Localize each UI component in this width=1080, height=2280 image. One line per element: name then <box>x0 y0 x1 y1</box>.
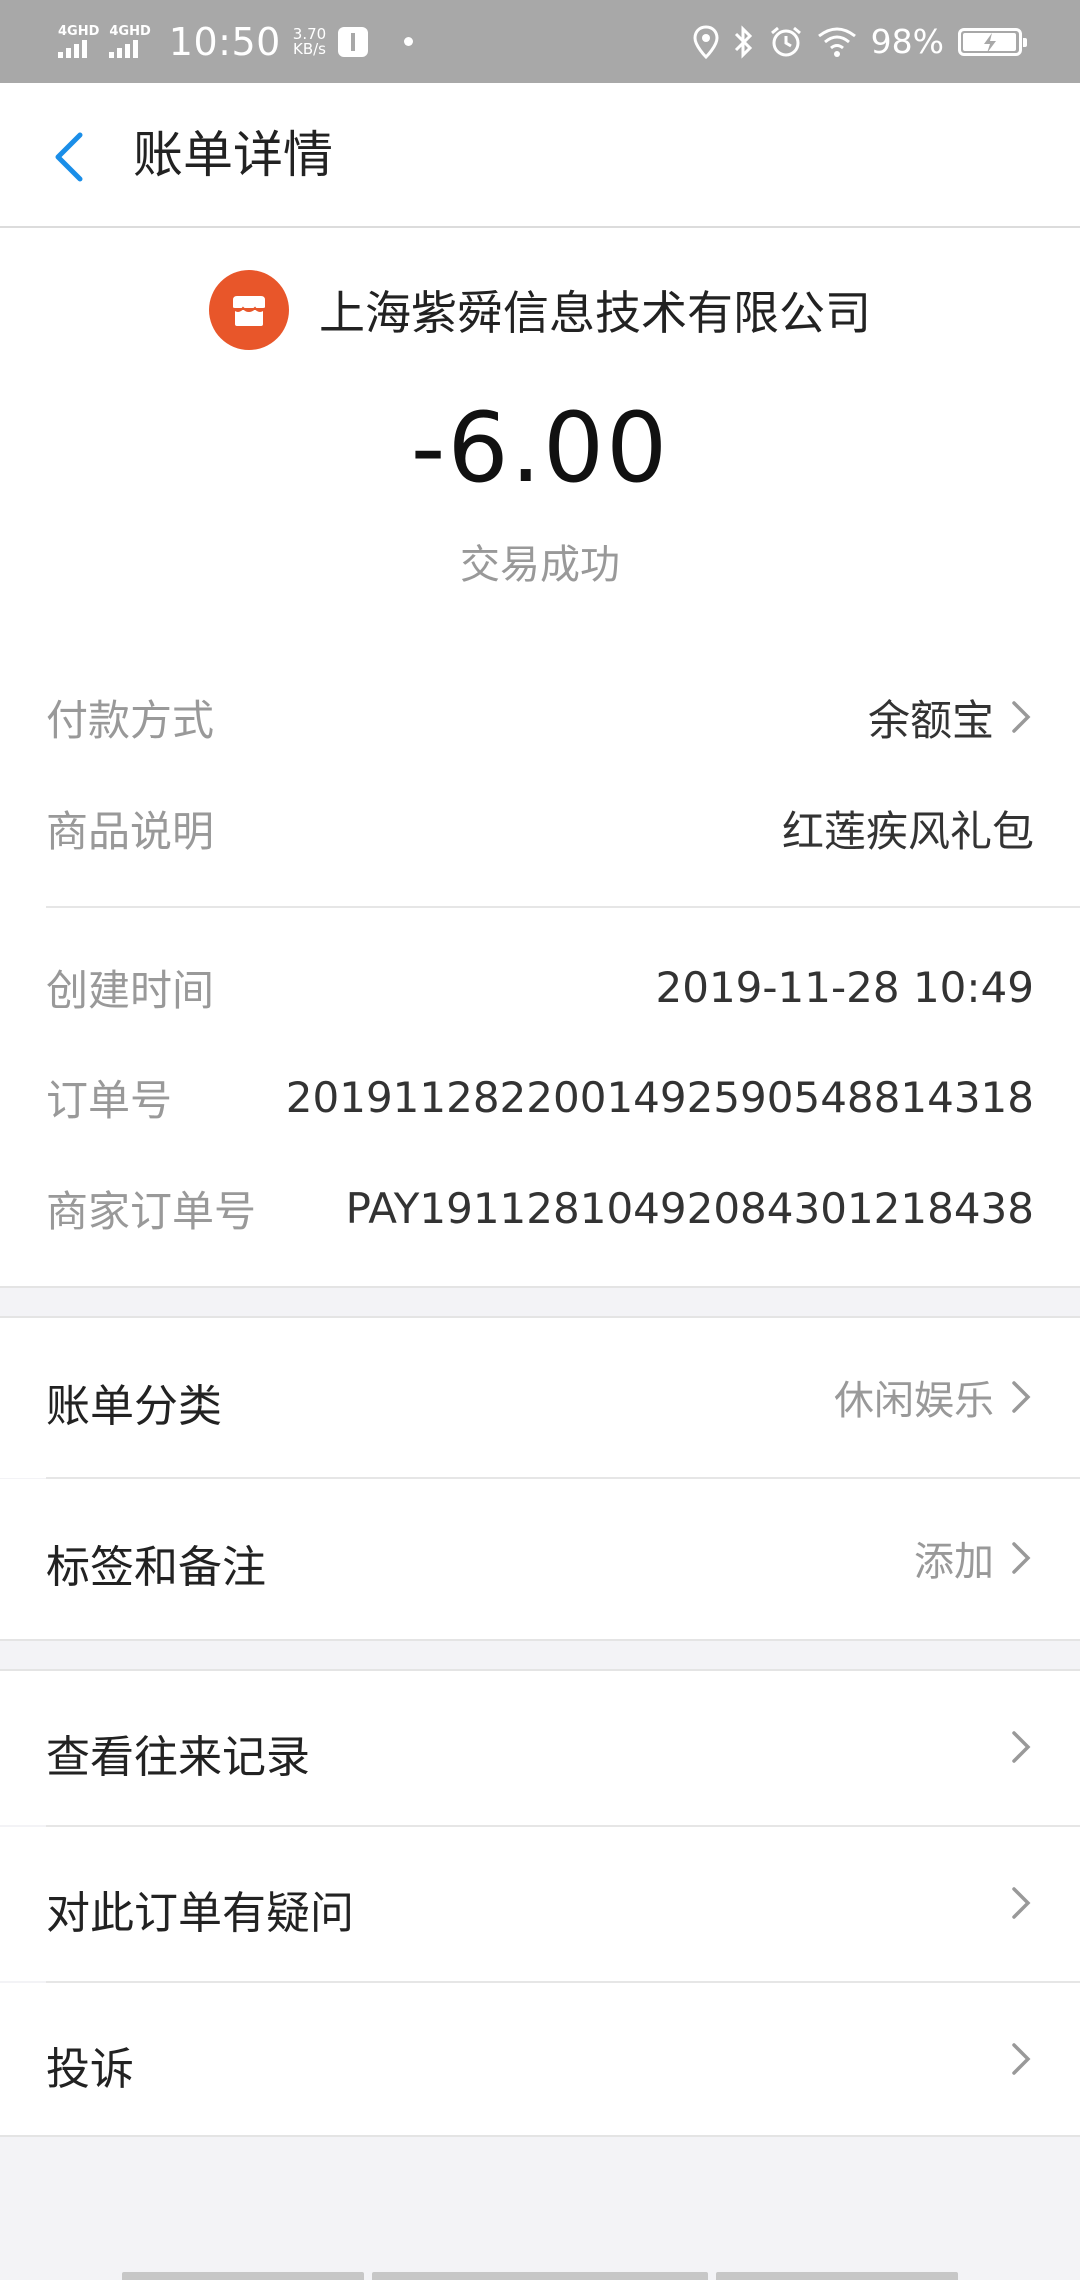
network-speed: 3.70 KB/s <box>293 26 326 58</box>
order-number-value: 20191128220014925905488143​18 <box>285 1072 1034 1122</box>
merchant-header: 上海紫舜信息技术有限公司 <box>0 270 1080 350</box>
section-gap <box>0 1639 1080 1671</box>
section-divider <box>46 906 1080 908</box>
chevron-right-icon <box>1012 1887 1031 1919</box>
gesture-bar-left[interactable] <box>122 2272 364 2280</box>
merchant-store-icon <box>209 270 289 350</box>
location-icon <box>693 24 719 59</box>
payment-method-label: 付款方式 <box>46 695 215 745</box>
merchant-name: 上海紫舜信息技术有限公司 <box>319 286 871 340</box>
bill-category-row[interactable]: 账单分类 休闲娱乐 <box>0 1318 1080 1478</box>
order-number-label: 订单号 <box>46 1075 173 1125</box>
chevron-right-icon <box>1012 1381 1031 1413</box>
chevron-right-icon <box>1012 2043 1031 2075</box>
section-gap <box>0 1286 1080 1318</box>
cell-signal-1-label: 4GHD <box>58 24 100 39</box>
chevron-right-icon <box>1012 1731 1031 1763</box>
tags-notes-value: 添加 <box>914 1539 994 1585</box>
view-records-label: 查看往来记录 <box>46 1732 310 1783</box>
product-description-value: 红莲疾风礼包 <box>781 806 1034 856</box>
battery-percent: 98% <box>870 22 944 61</box>
alarm-icon <box>770 26 801 56</box>
product-description-row: 商品说明 红莲疾风礼包 <box>46 798 1034 858</box>
gesture-bar-right[interactable] <box>716 2272 958 2280</box>
complaint-row[interactable]: 投诉 <box>0 1983 1080 2137</box>
merchant-order-number-label: 商家订单号 <box>46 1186 257 1236</box>
bill-category-label: 账单分类 <box>46 1381 222 1432</box>
merchant-order-number-value: PAY19112810492084301218438 <box>345 1183 1034 1233</box>
bluetooth-icon <box>734 24 752 59</box>
merchant-order-number-row: 商家订单号 PAY19112810492084301218438 <box>46 1178 1034 1238</box>
payment-method-row[interactable]: 付款方式 余额宝 <box>46 687 1034 747</box>
transaction-amount: -6.00 <box>410 392 670 504</box>
notification-dot-icon <box>404 37 414 46</box>
view-records-row[interactable]: 查看往来记录 <box>0 1671 1080 1825</box>
network-speed-unit: KB/s <box>293 39 326 58</box>
order-number-row: 订单号 20191128220014925905488143​18 <box>46 1067 1034 1127</box>
created-time-row: 创建时间 2019-11-28 10:49 <box>46 957 1034 1017</box>
gesture-bar-center[interactable] <box>372 2272 708 2280</box>
tags-notes-row[interactable]: 标签和备注 添加 <box>0 1479 1080 1639</box>
cell-signal-2-label: 4GHD <box>109 24 151 39</box>
bill-category-value: 休闲娱乐 <box>834 1378 994 1424</box>
nav-bar: 账单详情 <box>0 83 1080 228</box>
chevron-right-icon <box>1012 701 1031 733</box>
created-time-label: 创建时间 <box>46 965 215 1015</box>
chevron-right-icon <box>1012 1542 1031 1574</box>
cell-signal-1-icon: 4GHD <box>58 25 99 58</box>
transaction-status: 交易成功 <box>460 542 620 588</box>
battery-charging-icon <box>958 27 1027 56</box>
clock: 10:50 <box>168 19 281 64</box>
page-title: 账单详情 <box>133 126 333 184</box>
payment-method-value: 余额宝 <box>867 695 994 745</box>
back-button[interactable] <box>44 121 92 191</box>
tags-notes-label: 标签和备注 <box>46 1542 266 1593</box>
usb-debug-icon <box>338 26 369 57</box>
complaint-label: 投诉 <box>46 2044 134 2095</box>
status-bar: 4GHD 4GHD 10:50 3.70 KB/s 98% <box>0 0 1080 83</box>
order-question-row[interactable]: 对此订单有疑问 <box>0 1827 1080 1981</box>
back-arrow-icon <box>55 132 83 182</box>
wifi-icon <box>817 27 856 57</box>
product-description-label: 商品说明 <box>46 806 215 856</box>
cell-signal-2-icon: 4GHD <box>109 24 151 58</box>
created-time-value: 2019-11-28 10:49 <box>655 962 1034 1012</box>
bottom-area <box>0 2138 1080 2280</box>
order-question-label: 对此订单有疑问 <box>46 1888 354 1939</box>
